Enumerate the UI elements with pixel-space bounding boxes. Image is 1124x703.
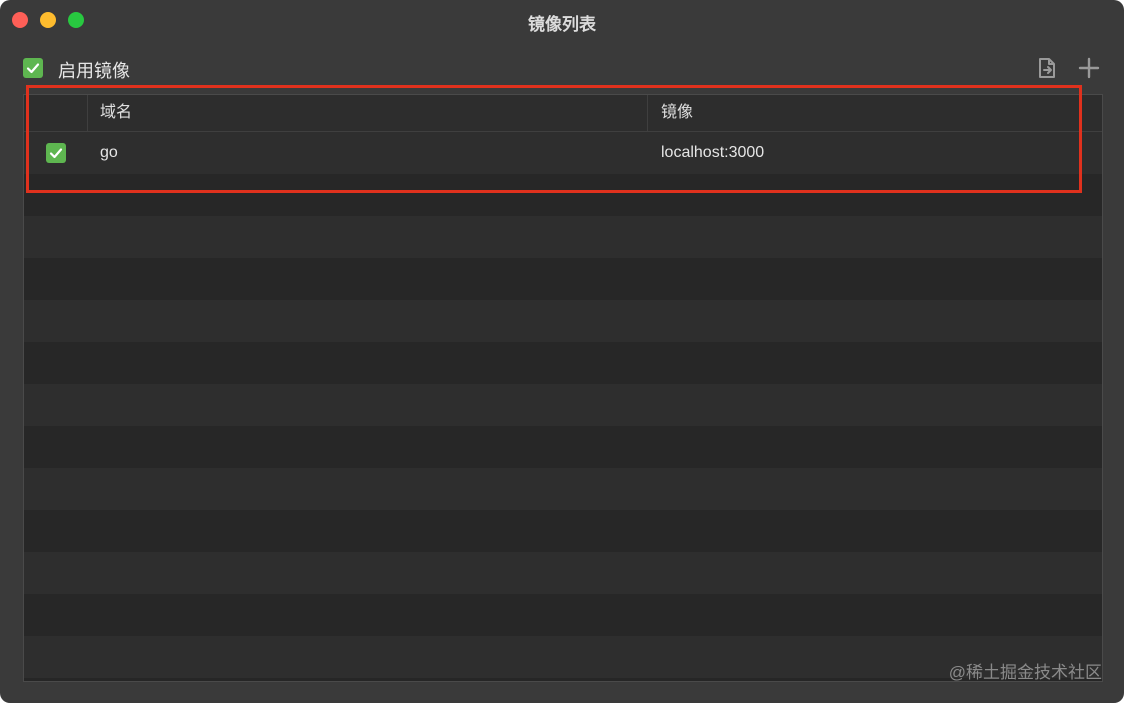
row-mirror-cell[interactable]: localhost:3000: [661, 132, 764, 174]
empty-row: [24, 342, 1102, 384]
titlebar: 镜像列表: [0, 0, 1124, 44]
row-domain-cell[interactable]: go: [100, 132, 118, 174]
checkmark-icon: [26, 63, 40, 74]
watermark: @稀土掘金技术社区: [948, 663, 1102, 682]
enable-mirror-checkbox[interactable]: [23, 58, 43, 78]
mirror-table: 域名 镜像 go localhost:3000: [23, 94, 1103, 682]
window-title: 镜像列表: [528, 15, 596, 34]
empty-row: [24, 216, 1102, 258]
table-header: 域名 镜像: [24, 95, 1102, 132]
empty-row: [24, 636, 1102, 678]
table-row[interactable]: go localhost:3000: [24, 132, 1102, 174]
empty-row: [24, 468, 1102, 510]
empty-row: [24, 174, 1102, 216]
checkmark-icon: [49, 148, 63, 159]
import-file-icon[interactable]: [1035, 56, 1059, 80]
empty-row: [24, 258, 1102, 300]
row-enabled-checkbox[interactable]: [46, 143, 66, 163]
empty-row: [24, 510, 1102, 552]
plus-icon[interactable]: [1077, 56, 1101, 80]
column-header-enabled[interactable]: [24, 95, 88, 131]
column-header-domain[interactable]: 域名: [88, 95, 648, 131]
column-header-mirror[interactable]: 镜像: [649, 95, 1102, 131]
window: 镜像列表 启用镜像 域名 镜像 go localhost:3000 @稀土掘金技…: [0, 0, 1124, 703]
empty-row: [24, 552, 1102, 594]
enable-mirror-label[interactable]: 启用镜像: [58, 57, 130, 83]
empty-row: [24, 384, 1102, 426]
empty-row: [24, 594, 1102, 636]
empty-row: [24, 300, 1102, 342]
empty-row: [24, 426, 1102, 468]
